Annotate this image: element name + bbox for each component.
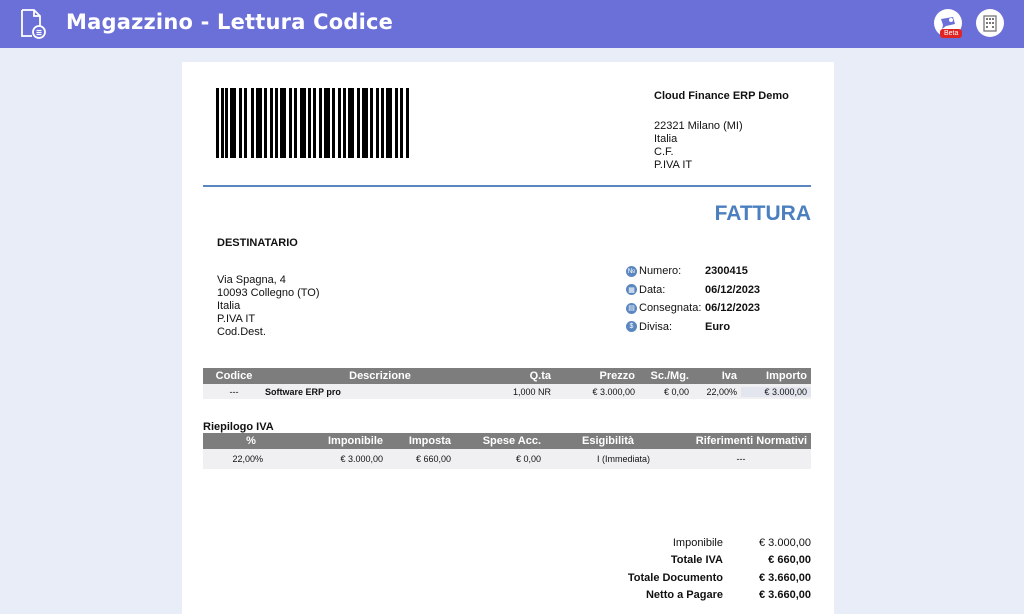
column-header: Importo [766,370,807,382]
meta-date: ▦ Data: 06/12/2023 [626,281,760,300]
company-info: Cloud Finance ERP Demo 22321 Milano (MI)… [654,90,789,172]
company-button[interactable] [976,9,1004,37]
table-cell: --- [229,386,239,397]
total-vat: Totale IVA € 660,00 [555,552,811,570]
meta-value: 2300415 [705,265,748,278]
document-type: FATTURA [714,202,811,225]
table-cell: € 3.000,00 [741,386,811,397]
meta-label: Numero: [639,265,682,278]
total-net-payable: Netto a Pagare € 3.660,00 [555,587,811,605]
column-header: Esigibilità [582,435,634,447]
column-header: Imposta [408,435,451,447]
recipient-line: P.IVA IT [217,313,256,325]
total-label: Totale IVA [670,554,723,567]
total-label: Totale Documento [627,571,723,584]
total-taxable: Imponibile € 3.000,00 [555,534,811,552]
company-address-line: Italia [654,133,678,145]
table-cell: € 3.000,00 [340,454,383,464]
column-header: Descrizione [349,370,411,382]
items-table: Codice Descrizione Q.ta Prezzo Sc./Mg. I… [203,368,811,399]
number-icon: № [626,265,637,277]
company-address-line: 22321 Milano (MI) [654,120,743,132]
meta-label: Data: [639,283,666,296]
column-header: Riferimenti Normativi [695,435,807,447]
meta-delivered: ▤ Consegnata: 06/12/2023 [626,299,760,318]
total-value: € 3.660,00 [759,571,811,584]
recipient-line: 10093 Collegno (TO) [217,287,320,299]
invoice-document: Cloud Finance ERP Demo 22321 Milano (MI)… [182,62,834,614]
currency-icon: $ [626,321,637,333]
meta-label: Divisa: [639,320,673,333]
meta-value: 06/12/2023 [705,302,761,315]
total-value: € 3.660,00 [759,589,811,602]
vat-summary-title: Riepilogo IVA [203,421,274,433]
document-meta: № Numero: 2300415 ▦ Data: 06/12/2023 ▤ C… [626,262,760,336]
header-divider [203,185,811,187]
table-cell: 1,000 NR [512,386,551,397]
table-cell: --- [736,454,746,464]
beta-badge: Beta [940,29,963,38]
column-header: % [246,435,256,447]
table-cell: € 0,00 [515,454,541,464]
column-header: Spese Acc. [482,435,541,447]
table-cell: Software ERP pro [265,386,341,397]
company-address-line: C.F. [654,146,674,158]
recipient-line: Cod.Dest. [217,326,266,338]
total-value: € 3.000,00 [759,536,811,549]
document-icon[interactable] [18,8,48,40]
recipient-title: DESTINATARIO [217,237,298,249]
chat-button[interactable]: Beta [934,9,963,38]
meta-currency: $ Divisa: Euro [626,318,760,337]
table-header: % Imponibile Imposta Spese Acc. Esigibil… [203,433,811,449]
meta-value: 06/12/2023 [705,283,761,296]
calendar-icon: ▦ [626,284,637,296]
company-address-line: P.IVA IT [654,159,693,171]
recipient-line: Italia [217,300,241,312]
totals-block: Imponibile € 3.000,00 Totale IVA € 660,0… [555,534,811,604]
building-icon [983,15,997,32]
table-cell: 22,00% [706,386,737,397]
total-document: Totale Documento € 3.660,00 [555,569,811,587]
column-header: Prezzo [599,370,635,382]
column-header: Imponibile [328,435,383,447]
recipient-address: Via Spagna, 4 10093 Collegno (TO) Italia… [217,274,320,339]
meta-label: Consegnata: [639,302,702,315]
table-header: Codice Descrizione Q.ta Prezzo Sc./Mg. I… [203,368,811,384]
total-value: € 660,00 [768,554,811,567]
table-cell: € 3.000,00 [592,386,635,397]
column-header: Codice [215,370,253,382]
table-cell: 22,00% [232,454,263,464]
total-label: Netto a Pagare [645,589,723,602]
total-label: Imponibile [672,536,723,549]
chat-icon [941,17,955,29]
delivery-icon: ▤ [626,302,637,314]
meta-number: № Numero: 2300415 [626,262,760,281]
vat-summary-table: % Imponibile Imposta Spese Acc. Esigibil… [203,433,811,469]
column-header: Iva [721,370,737,382]
barcode-image [216,88,409,158]
column-header: Q.ta [529,370,551,382]
meta-value: Euro [705,320,731,333]
app-header: Magazzino - Lettura Codice Beta [0,0,1024,48]
table-cell: € 660,00 [415,454,451,464]
recipient-line: Via Spagna, 4 [217,274,286,286]
table-cell: I (Immediata) [597,454,651,464]
column-header: Sc./Mg. [650,370,689,382]
table-row: 22,00% € 3.000,00 € 660,00 € 0,00 I (Imm… [203,449,811,469]
app-title: Magazzino - Lettura Codice [66,10,394,34]
table-row: --- Software ERP pro 1,000 NR € 3.000,00… [203,384,811,399]
company-name: Cloud Finance ERP Demo [654,90,789,102]
table-cell: € 0,00 [663,386,689,397]
